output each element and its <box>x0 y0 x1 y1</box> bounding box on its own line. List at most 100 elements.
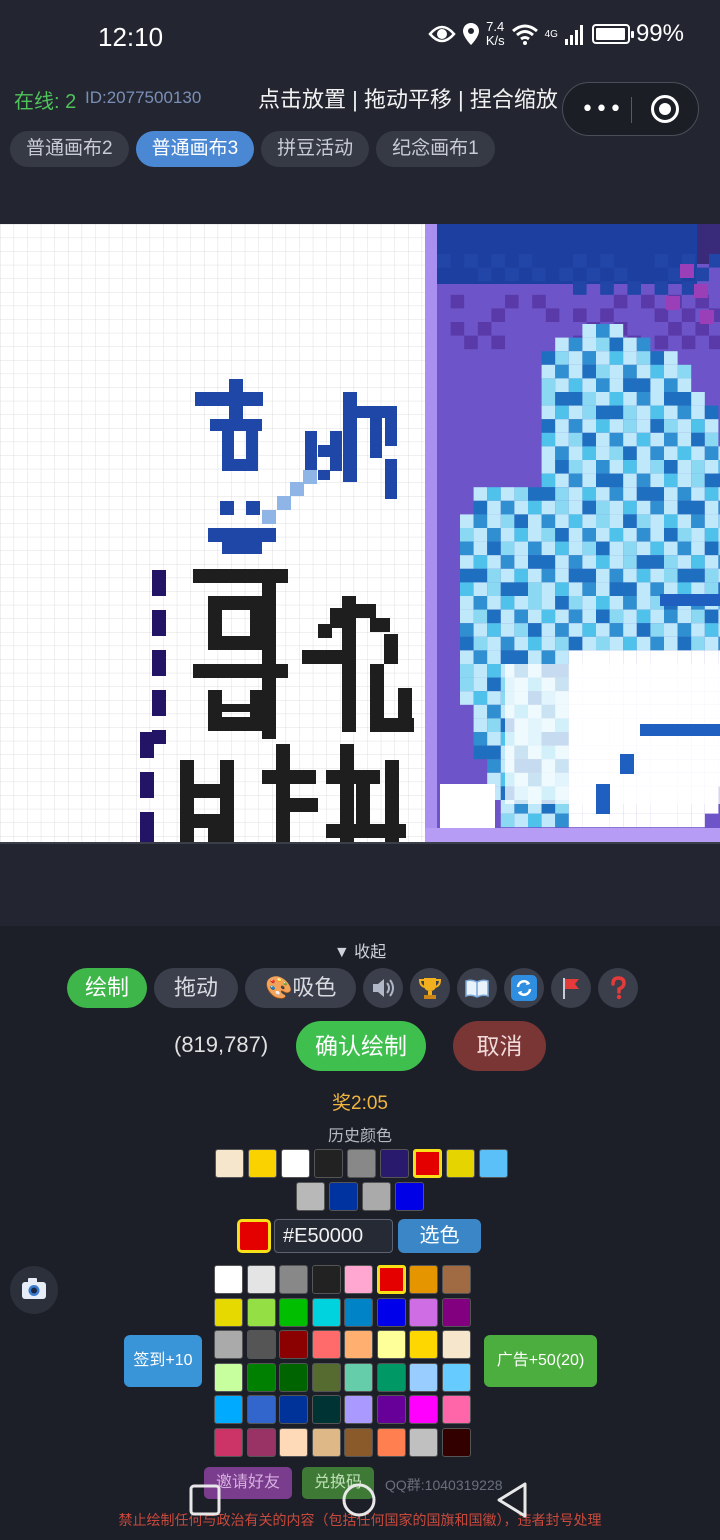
leaderboard-button[interactable] <box>410 968 450 1008</box>
question-icon <box>605 975 631 1001</box>
palette-color-swatch[interactable] <box>344 1395 373 1424</box>
artwork-pixel <box>487 691 501 705</box>
palette-color-swatch[interactable] <box>344 1428 373 1457</box>
hex-color-input[interactable]: #E50000 <box>274 1219 393 1253</box>
palette-color-swatch[interactable] <box>377 1395 406 1424</box>
history-color-swatch[interactable] <box>380 1149 409 1178</box>
palette-color-swatch[interactable] <box>409 1330 438 1359</box>
palette-color-swatch[interactable] <box>214 1428 243 1457</box>
artwork-pixel <box>460 582 474 596</box>
artwork-pixel <box>487 732 501 746</box>
palette-color-swatch[interactable] <box>442 1395 471 1424</box>
palette-color-swatch[interactable] <box>247 1298 276 1327</box>
palette-color-swatch[interactable] <box>312 1265 341 1294</box>
pixel-canvas[interactable] <box>0 224 720 842</box>
palette-color-swatch[interactable] <box>377 1330 406 1359</box>
checkin-button[interactable]: 签到+10 <box>124 1335 202 1387</box>
drag-mode-button[interactable]: 拖动 <box>154 968 238 1008</box>
palette-color-swatch[interactable] <box>214 1330 243 1359</box>
artwork-pixel <box>582 610 596 624</box>
report-button[interactable] <box>551 968 591 1008</box>
artwork-highlight <box>440 784 495 828</box>
palette-color-swatch[interactable] <box>312 1330 341 1359</box>
palette-color-swatch[interactable] <box>377 1428 406 1457</box>
history-color-swatch[interactable] <box>329 1182 358 1211</box>
pixel-glyph <box>303 470 317 484</box>
palette-color-swatch[interactable] <box>279 1428 308 1457</box>
palette-color-swatch[interactable] <box>442 1428 471 1457</box>
history-color-swatch[interactable] <box>215 1149 244 1178</box>
pixel-glyph <box>277 496 291 510</box>
palette-color-swatch[interactable] <box>442 1363 471 1392</box>
confirm-draw-button[interactable]: 确认绘制 <box>296 1021 426 1071</box>
palette-color-swatch[interactable] <box>214 1298 243 1327</box>
palette-color-swatch[interactable] <box>279 1330 308 1359</box>
history-color-swatch[interactable] <box>446 1149 475 1178</box>
miniprogram-capsule[interactable]: ••• <box>562 82 699 136</box>
palette-color-swatch[interactable] <box>377 1298 406 1327</box>
guide-button[interactable] <box>457 968 497 1008</box>
help-button[interactable] <box>598 968 638 1008</box>
palette-color-swatch[interactable] <box>247 1330 276 1359</box>
palette-color-swatch[interactable] <box>279 1265 308 1294</box>
history-color-swatch[interactable] <box>479 1149 508 1178</box>
tab-4[interactable]: 纪念画布1 <box>376 131 495 167</box>
trophy-icon <box>417 975 443 1001</box>
palette-color-swatch[interactable] <box>409 1395 438 1424</box>
palette-color-swatch[interactable] <box>409 1298 438 1327</box>
palette-color-swatch[interactable] <box>344 1330 373 1359</box>
palette-color-swatch[interactable] <box>279 1298 308 1327</box>
palette-color-swatch[interactable] <box>214 1363 243 1392</box>
palette-color-swatch[interactable] <box>214 1395 243 1424</box>
history-color-swatch[interactable] <box>248 1149 277 1178</box>
palette-color-swatch[interactable] <box>442 1265 471 1294</box>
history-color-swatch[interactable] <box>395 1182 424 1211</box>
artwork-pixel <box>691 501 705 515</box>
palette-color-swatch[interactable] <box>409 1363 438 1392</box>
close-target-icon[interactable] <box>651 95 679 123</box>
palette-color-swatch[interactable] <box>312 1298 341 1327</box>
artwork-pixel <box>542 528 556 542</box>
palette-color-swatch[interactable] <box>247 1395 276 1424</box>
watch-ad-button[interactable]: 广告+50(20) <box>484 1335 597 1387</box>
palette-color-swatch[interactable] <box>312 1363 341 1392</box>
tab-3[interactable]: 拼豆活动 <box>261 131 369 167</box>
palette-color-swatch[interactable] <box>344 1298 373 1327</box>
history-color-swatch[interactable] <box>347 1149 376 1178</box>
history-color-swatch[interactable] <box>413 1149 442 1178</box>
palette-color-swatch[interactable] <box>247 1265 276 1294</box>
palette-color-swatch[interactable] <box>279 1395 308 1424</box>
canvas-drawing[interactable] <box>0 224 720 842</box>
history-color-swatch[interactable] <box>296 1182 325 1211</box>
palette-color-swatch[interactable] <box>312 1395 341 1424</box>
pick-color-button[interactable]: 选色 <box>398 1219 481 1253</box>
eyedropper-button[interactable]: 🎨吸色 <box>245 968 356 1008</box>
palette-color-swatch[interactable] <box>377 1363 406 1392</box>
refresh-button[interactable] <box>504 968 544 1008</box>
palette-color-swatch[interactable] <box>279 1363 308 1392</box>
palette-color-swatch[interactable] <box>409 1428 438 1457</box>
palette-color-swatch[interactable] <box>247 1428 276 1457</box>
screenshot-button[interactable] <box>10 1266 58 1314</box>
palette-color-swatch[interactable] <box>312 1428 341 1457</box>
sound-button[interactable] <box>363 968 403 1008</box>
invite-friends-button[interactable]: 邀请好友 <box>204 1467 292 1499</box>
palette-color-swatch[interactable] <box>344 1265 373 1294</box>
collapse-toggle[interactable]: ▼ 收起 <box>0 938 720 962</box>
palette-color-swatch[interactable] <box>442 1298 471 1327</box>
palette-color-swatch[interactable] <box>344 1363 373 1392</box>
palette-color-swatch[interactable] <box>214 1265 243 1294</box>
palette-color-swatch[interactable] <box>377 1265 406 1294</box>
palette-color-swatch[interactable] <box>442 1330 471 1359</box>
redeem-code-button[interactable]: 兑换码 <box>302 1467 374 1499</box>
draw-mode-button[interactable]: 绘制 <box>67 968 147 1008</box>
palette-color-swatch[interactable] <box>409 1265 438 1294</box>
history-color-swatch[interactable] <box>281 1149 310 1178</box>
tab-2[interactable]: 普通画布3 <box>136 131 255 167</box>
history-color-swatch[interactable] <box>314 1149 343 1178</box>
more-icon[interactable]: ••• <box>581 97 623 122</box>
history-color-swatch[interactable] <box>362 1182 391 1211</box>
palette-color-swatch[interactable] <box>247 1363 276 1392</box>
tab-1[interactable]: 普通画布2 <box>10 131 129 167</box>
cancel-button[interactable]: 取消 <box>453 1021 546 1071</box>
